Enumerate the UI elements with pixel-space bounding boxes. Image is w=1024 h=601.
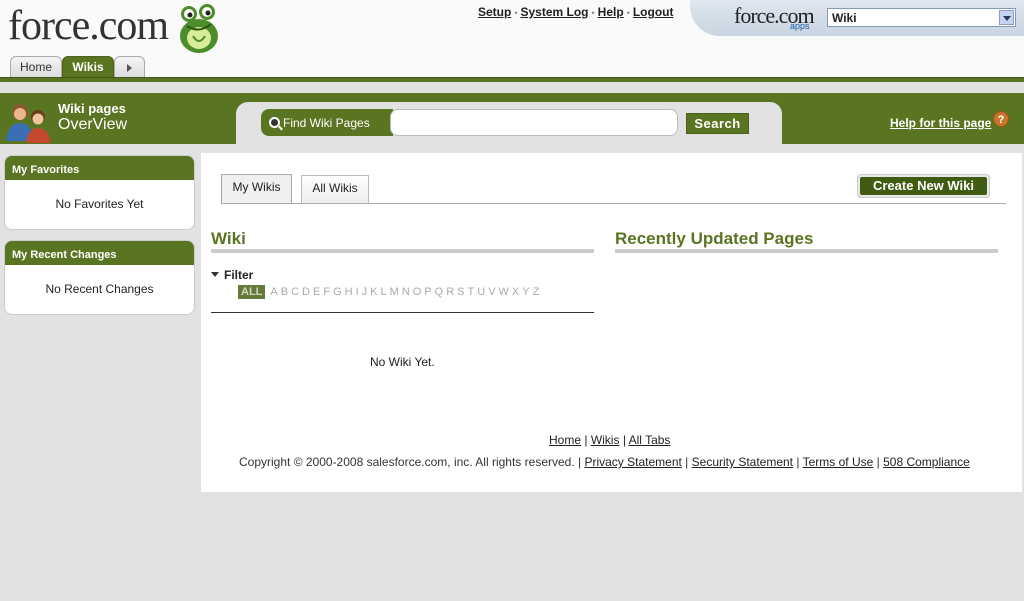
filter-letter[interactable]: Z <box>533 286 540 298</box>
more-tabs-arrow-icon[interactable] <box>114 56 145 78</box>
508-compliance-link[interactable]: 508 Compliance <box>883 455 970 469</box>
filter-letter[interactable]: W <box>499 286 509 298</box>
create-new-wiki-button[interactable]: Create New Wiki <box>857 174 990 198</box>
footer-wikis-link[interactable]: Wikis <box>591 433 620 447</box>
filter-letter[interactable]: P <box>424 286 431 298</box>
filter-letter[interactable]: B <box>281 286 288 298</box>
tab-home[interactable]: Home <box>10 56 62 78</box>
setup-link[interactable]: Setup <box>478 5 511 19</box>
triangle-down-icon <box>211 272 219 277</box>
filter-letter[interactable]: T <box>468 286 475 298</box>
app-select-value: Wiki <box>832 11 857 25</box>
filter-letter[interactable]: X <box>512 286 519 298</box>
wiki-section-title: Wiki <box>211 229 246 248</box>
filter-letter[interactable]: H <box>345 286 353 298</box>
help-link[interactable]: Help <box>598 5 624 19</box>
favorites-box: My Favorites No Favorites Yet <box>4 155 195 230</box>
top-header: force.com Setup • System Log • Help • Logout f… <box>0 0 1024 80</box>
filter-rule <box>211 312 594 313</box>
search-button[interactable]: Search <box>686 113 749 134</box>
tab-wikis[interactable]: Wikis <box>62 56 114 78</box>
recent-changes-box: My Recent Changes No Recent Changes <box>4 240 195 315</box>
alphabet-filter: ALL A B C D E F G H I J K L M N O P Q R S T U V W X Y Z <box>238 285 542 299</box>
page-title: OverView <box>58 116 128 133</box>
subtab-divider <box>221 203 1006 204</box>
system-log-link[interactable]: System Log <box>521 5 589 19</box>
app-logo-sub: apps <box>790 21 810 31</box>
filter-letter[interactable]: D <box>302 286 310 298</box>
filter-all[interactable]: ALL <box>238 285 266 299</box>
filter-letter[interactable]: A <box>270 286 277 298</box>
recent-pages-title: Recently Updated Pages <box>615 229 814 248</box>
search-panel: Find Wiki Pages Search <box>236 102 782 144</box>
filter-letter[interactable]: R <box>446 286 454 298</box>
filter-letter[interactable]: L <box>380 286 386 298</box>
filter-letter[interactable]: C <box>291 286 299 298</box>
logout-link[interactable]: Logout <box>633 5 674 19</box>
top-links: Setup • System Log • Help • Logout <box>478 5 674 19</box>
search-label-box: Find Wiki Pages <box>261 109 393 136</box>
page-title-line1: Wiki pages <box>58 101 126 116</box>
favorites-title: My Favorites <box>5 156 194 180</box>
help-for-page-link[interactable]: Help for this page <box>890 116 991 130</box>
people-icon <box>6 104 51 143</box>
main-content: My Wikis All Wikis Create New Wiki Wiki … <box>201 153 1022 492</box>
frog-mascot-icon <box>180 4 218 53</box>
create-new-wiki-label: Create New Wiki <box>860 177 987 195</box>
tab-all-wikis[interactable]: All Wikis <box>301 175 369 204</box>
filter-letter[interactable]: O <box>413 286 422 298</box>
tab-underline <box>0 77 1024 82</box>
privacy-statement-link[interactable]: Privacy Statement <box>584 455 681 469</box>
chevron-down-icon[interactable] <box>999 10 1014 25</box>
filter-letter[interactable]: Y <box>522 286 529 298</box>
filter-toggle[interactable]: Filter <box>211 268 253 282</box>
search-icon <box>269 117 280 128</box>
search-label: Find Wiki Pages <box>283 116 370 130</box>
filter-letter[interactable]: U <box>477 286 485 298</box>
filter-letter[interactable]: I <box>356 286 359 298</box>
filter-letter[interactable]: E <box>313 286 320 298</box>
wiki-title-rule <box>211 249 594 253</box>
filter-letter[interactable]: M <box>390 286 399 298</box>
page-title-area: Wiki pages OverView <box>0 93 236 144</box>
footer-copyright: Copyright © 2000-2008 salesforce.com, in… <box>239 455 970 469</box>
empty-wiki-message: No Wiki Yet. <box>370 355 435 369</box>
recent-changes-title: My Recent Changes <box>5 241 194 265</box>
filter-letter[interactable]: G <box>333 286 342 298</box>
filter-letter[interactable]: Q <box>435 286 444 298</box>
search-input[interactable] <box>390 109 678 136</box>
copyright-text: Copyright © 2000-2008 salesforce.com, in… <box>239 455 582 469</box>
page-header-band: Wiki pages OverView Find Wiki Pages Sear… <box>0 93 1024 144</box>
tab-my-wikis[interactable]: My Wikis <box>221 174 292 204</box>
filter-letter[interactable]: V <box>488 286 495 298</box>
app-select[interactable]: Wiki <box>827 8 1016 27</box>
app-picker-panel: force.com apps Wiki <box>690 0 1024 36</box>
logo-text: force.com <box>8 3 169 49</box>
recent-changes-empty: No Recent Changes <box>45 282 154 296</box>
terms-of-use-link[interactable]: Terms of Use <box>803 455 874 469</box>
security-statement-link[interactable]: Security Statement <box>692 455 793 469</box>
recent-title-rule <box>615 249 998 253</box>
filter-letter[interactable]: F <box>323 286 330 298</box>
filter-letter[interactable]: K <box>370 286 377 298</box>
filter-letter[interactable]: N <box>402 286 410 298</box>
filter-letter[interactable]: J <box>362 286 368 298</box>
footer-home-link[interactable]: Home <box>549 433 581 447</box>
help-icon[interactable]: ? <box>993 111 1009 127</box>
force-logo[interactable]: force.com <box>8 2 218 54</box>
filter-letter[interactable]: S <box>457 286 464 298</box>
footer-links: Home | Wikis | All Tabs <box>549 433 671 447</box>
favorites-empty: No Favorites Yet <box>55 197 144 211</box>
footer-all-tabs-link[interactable]: All Tabs <box>629 433 671 447</box>
